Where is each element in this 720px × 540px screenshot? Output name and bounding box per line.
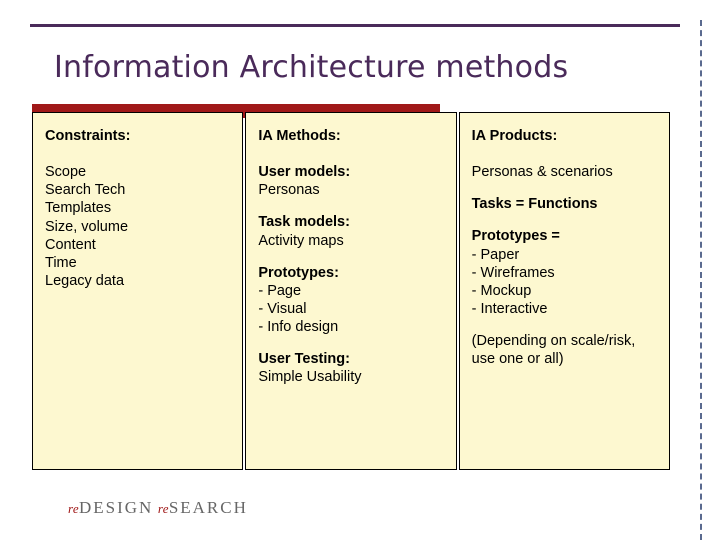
block-task-models: Task models: Activity maps: [258, 213, 443, 249]
logo: reDESIGN reSEARCH: [68, 498, 248, 518]
block-body: Simple Usability: [258, 368, 443, 386]
block-title: User Testing:: [258, 350, 443, 368]
col-heading: IA Products:: [472, 127, 657, 145]
logo-design: DESIGN: [79, 498, 153, 517]
col-heading: Constraints:: [45, 127, 230, 145]
constraints-list: Scope Search Tech Templates Size, volume…: [45, 163, 230, 290]
list-item: Time: [45, 254, 230, 272]
block-body: Personas: [258, 181, 443, 199]
top-rule: [30, 24, 680, 27]
right-dashed-border: [700, 20, 702, 540]
list-item: Scope: [45, 163, 230, 181]
block-user-models: User models: Personas: [258, 163, 443, 199]
col-constraints: Constraints: Scope Search Tech Templates…: [32, 112, 243, 470]
list-item: Visual: [258, 300, 443, 318]
list-item: Templates: [45, 199, 230, 217]
page-title: Information Architecture methods: [54, 50, 568, 85]
list-item: Mockup: [472, 282, 657, 300]
block-user-testing: User Testing: Simple Usability: [258, 350, 443, 386]
logo-re1: re: [68, 501, 79, 516]
logo-search: SEARCH: [169, 498, 248, 517]
products-note: (Depending on scale/risk, use one or all…: [472, 332, 657, 368]
list-item: Wireframes: [472, 264, 657, 282]
columns: Constraints: Scope Search Tech Templates…: [32, 112, 670, 470]
block-title: User models:: [258, 163, 443, 181]
block-title: Task models:: [258, 213, 443, 231]
list-item: Page: [258, 282, 443, 300]
block-title: Prototypes =: [472, 227, 657, 245]
block-title: Prototypes:: [258, 264, 443, 282]
logo-re2: re: [158, 501, 169, 516]
list-item: Size, volume: [45, 218, 230, 236]
products-line: Personas & scenarios: [472, 163, 657, 181]
prototype-list: Page Visual Info design: [258, 282, 443, 336]
list-item: Interactive: [472, 300, 657, 318]
products-line: Tasks = Functions: [472, 195, 657, 213]
block-prototypes: Prototypes: Page Visual Info design: [258, 264, 443, 337]
col-heading: IA Methods:: [258, 127, 443, 145]
list-item: Info design: [258, 318, 443, 336]
prototype-list: Paper Wireframes Mockup Interactive: [472, 246, 657, 319]
list-item: Legacy data: [45, 272, 230, 290]
col-methods: IA Methods: User models: Personas Task m…: [245, 112, 456, 470]
list-item: Content: [45, 236, 230, 254]
list-item: Paper: [472, 246, 657, 264]
col-products: IA Products: Personas & scenarios Tasks …: [459, 112, 670, 470]
block-body: Activity maps: [258, 232, 443, 250]
list-item: Search Tech: [45, 181, 230, 199]
